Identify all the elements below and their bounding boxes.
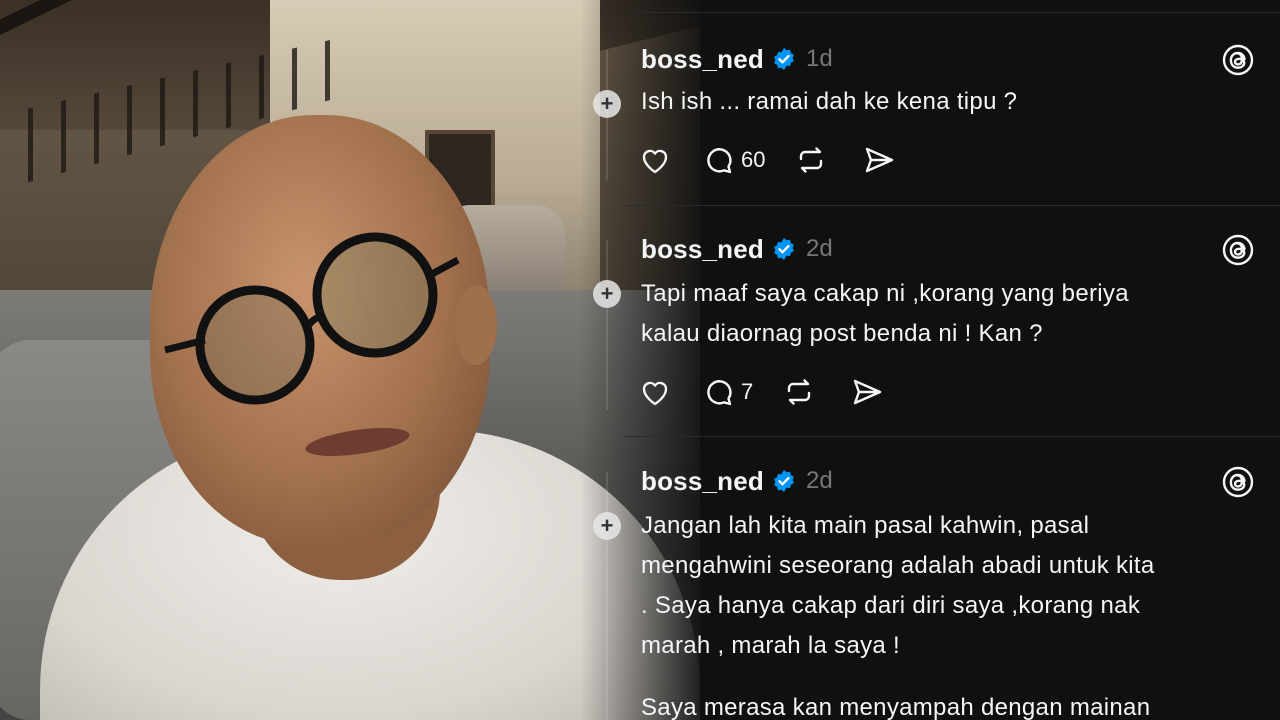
post-divider [625,12,1280,13]
post-text-line: marah , marah la saya ! [641,632,901,659]
like-button[interactable] [637,142,673,178]
verified-badge-icon [774,470,794,492]
photo-glasses [164,232,460,405]
post-header: boss_ned 1d [641,44,833,74]
comment-icon [707,148,732,174]
post-text-line: Jangan lah kita main pasal kahwin, pasal [641,512,1090,539]
heart-icon [642,149,668,174]
thread-post[interactable]: + boss_ned 2d Jangan lah kita main pasal… [585,452,1280,720]
thread-post[interactable]: + boss_ned 1d Ish ish ... ramai dah ke k… [585,30,1280,205]
photo-ear [455,285,497,365]
repost-icon [800,147,823,173]
add-icon[interactable]: + [593,512,621,540]
share-icon [866,147,894,173]
reply-count: 60 [741,147,766,172]
thread-line [606,240,608,410]
username[interactable]: boss_ned [641,44,764,75]
post-time: 2d [805,235,833,262]
add-icon[interactable]: + [593,280,621,308]
verified-badge-icon [774,238,794,260]
share-icon [854,379,882,405]
comment-icon [707,380,732,406]
post-actions: 60 [637,140,897,180]
post-actions: 7 [637,372,885,412]
share-button[interactable] [861,142,897,178]
threads-logo-icon[interactable] [1222,466,1254,498]
reply-button[interactable]: 60 [701,142,765,178]
reply-button[interactable]: 7 [701,374,753,410]
repost-button[interactable] [781,374,817,410]
post-text-line: . Saya hanya cakap dari diri saya ,koran… [641,592,1141,619]
post-time: 2d [805,467,833,494]
threads-logo-icon[interactable] [1222,234,1254,266]
like-button[interactable] [637,374,673,410]
post-text-line: Tapi maaf saya cakap ni ,korang yang ber… [641,280,1129,307]
post-divider [625,205,1280,206]
post-text: Ish ish ... ramai dah ke kena tipu ? [641,82,1266,122]
thread-post[interactable]: + boss_ned 2d Tapi maaf saya cakap ni ,k… [585,220,1280,435]
post-text: Jangan lah kita main pasal kahwin, pasal… [641,506,1266,720]
username[interactable]: boss_ned [641,466,764,497]
share-button[interactable] [849,374,885,410]
verified-badge-icon [774,48,794,70]
post-text-line: mengahwini seseorang adalah abadi untuk … [641,552,1155,579]
reply-count: 7 [741,379,754,404]
post-time: 1d [805,45,833,72]
repost-button[interactable] [793,142,829,178]
post-text-line: Saya merasa kan menyampah dengan mainan [641,694,1151,720]
heart-icon [642,381,668,406]
post-text-line: Ish ish ... ramai dah ke kena tipu ? [641,88,1018,115]
add-icon[interactable]: + [593,90,621,118]
threads-feed: + boss_ned 1d Ish ish ... ramai dah ke k… [585,0,1280,720]
post-divider [625,436,1280,437]
threads-logo-icon[interactable] [1222,44,1254,76]
thread-line [606,472,608,720]
post-text: Tapi maaf saya cakap ni ,korang yang ber… [641,274,1266,354]
post-header: boss_ned 2d [641,234,833,264]
post-text-line: kalau diaornag post benda ni ! Kan ? [641,320,1043,347]
post-header: boss_ned 2d [641,466,833,496]
username[interactable]: boss_ned [641,234,764,265]
repost-icon [788,379,811,405]
